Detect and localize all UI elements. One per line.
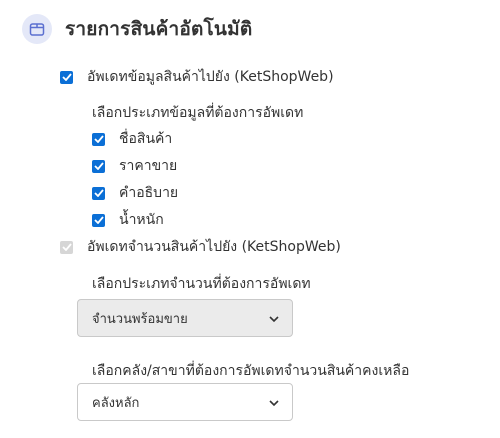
checkbox-name[interactable]	[92, 132, 105, 146]
update-stock-checkbox[interactable]	[60, 240, 73, 254]
checkbox-label: คำอธิบาย	[119, 185, 179, 201]
checkbox-price[interactable]	[92, 159, 105, 173]
stock-type-label: เลือกประเภทจำนวนที่ต้องการอัพเดท	[92, 276, 311, 292]
stock-type-select[interactable]: จำนวนพร้อมขาย	[77, 299, 293, 337]
checkbox-label: ชื่อสินค้า	[119, 131, 173, 147]
checkbox-label: น้ำหนัก	[119, 212, 164, 228]
info-type-option-price[interactable]: ราคาขาย	[92, 155, 177, 177]
info-type-option-weight[interactable]: น้ำหนัก	[92, 209, 164, 231]
warehouse-label: เลือกคลัง/สาขาที่ต้องการอัพเดทจำนวนสินค้…	[92, 363, 410, 379]
checkbox-description[interactable]	[92, 186, 105, 200]
chevron-down-icon	[269, 316, 279, 323]
info-type-option-name[interactable]: ชื่อสินค้า	[92, 128, 172, 150]
stock-type-value: จำนวนพร้อมขาย	[92, 311, 188, 327]
checkbox-label: ราคาขาย	[119, 158, 178, 174]
update-info-checkbox[interactable]	[60, 70, 73, 84]
update-stock-label: อัพเดทจำนวนสินค้าไปยัง (KetShopWeb)	[87, 239, 341, 255]
box-icon	[22, 14, 52, 44]
update-stock-option[interactable]: อัพเดทจำนวนสินค้าไปยัง (KetShopWeb)	[60, 236, 341, 258]
section-header: รายการสินค้าอัตโนมัติ	[22, 14, 252, 44]
update-info-option[interactable]: อัพเดทข้อมูลสินค้าไปยัง (KetShopWeb)	[60, 66, 334, 88]
chevron-down-icon	[269, 400, 279, 407]
checkbox-weight[interactable]	[92, 213, 105, 227]
warehouse-value: คลังหลัก	[92, 395, 140, 411]
update-info-label: อัพเดทข้อมูลสินค้าไปยัง (KetShopWeb)	[87, 69, 334, 85]
warehouse-select[interactable]: คลังหลัก	[77, 383, 293, 421]
info-types-label: เลือกประเภทข้อมูลที่ต้องการอัพเดท	[92, 105, 304, 121]
info-type-option-description[interactable]: คำอธิบาย	[92, 182, 178, 204]
page-title: รายการสินค้าอัตโนมัติ	[65, 18, 253, 40]
